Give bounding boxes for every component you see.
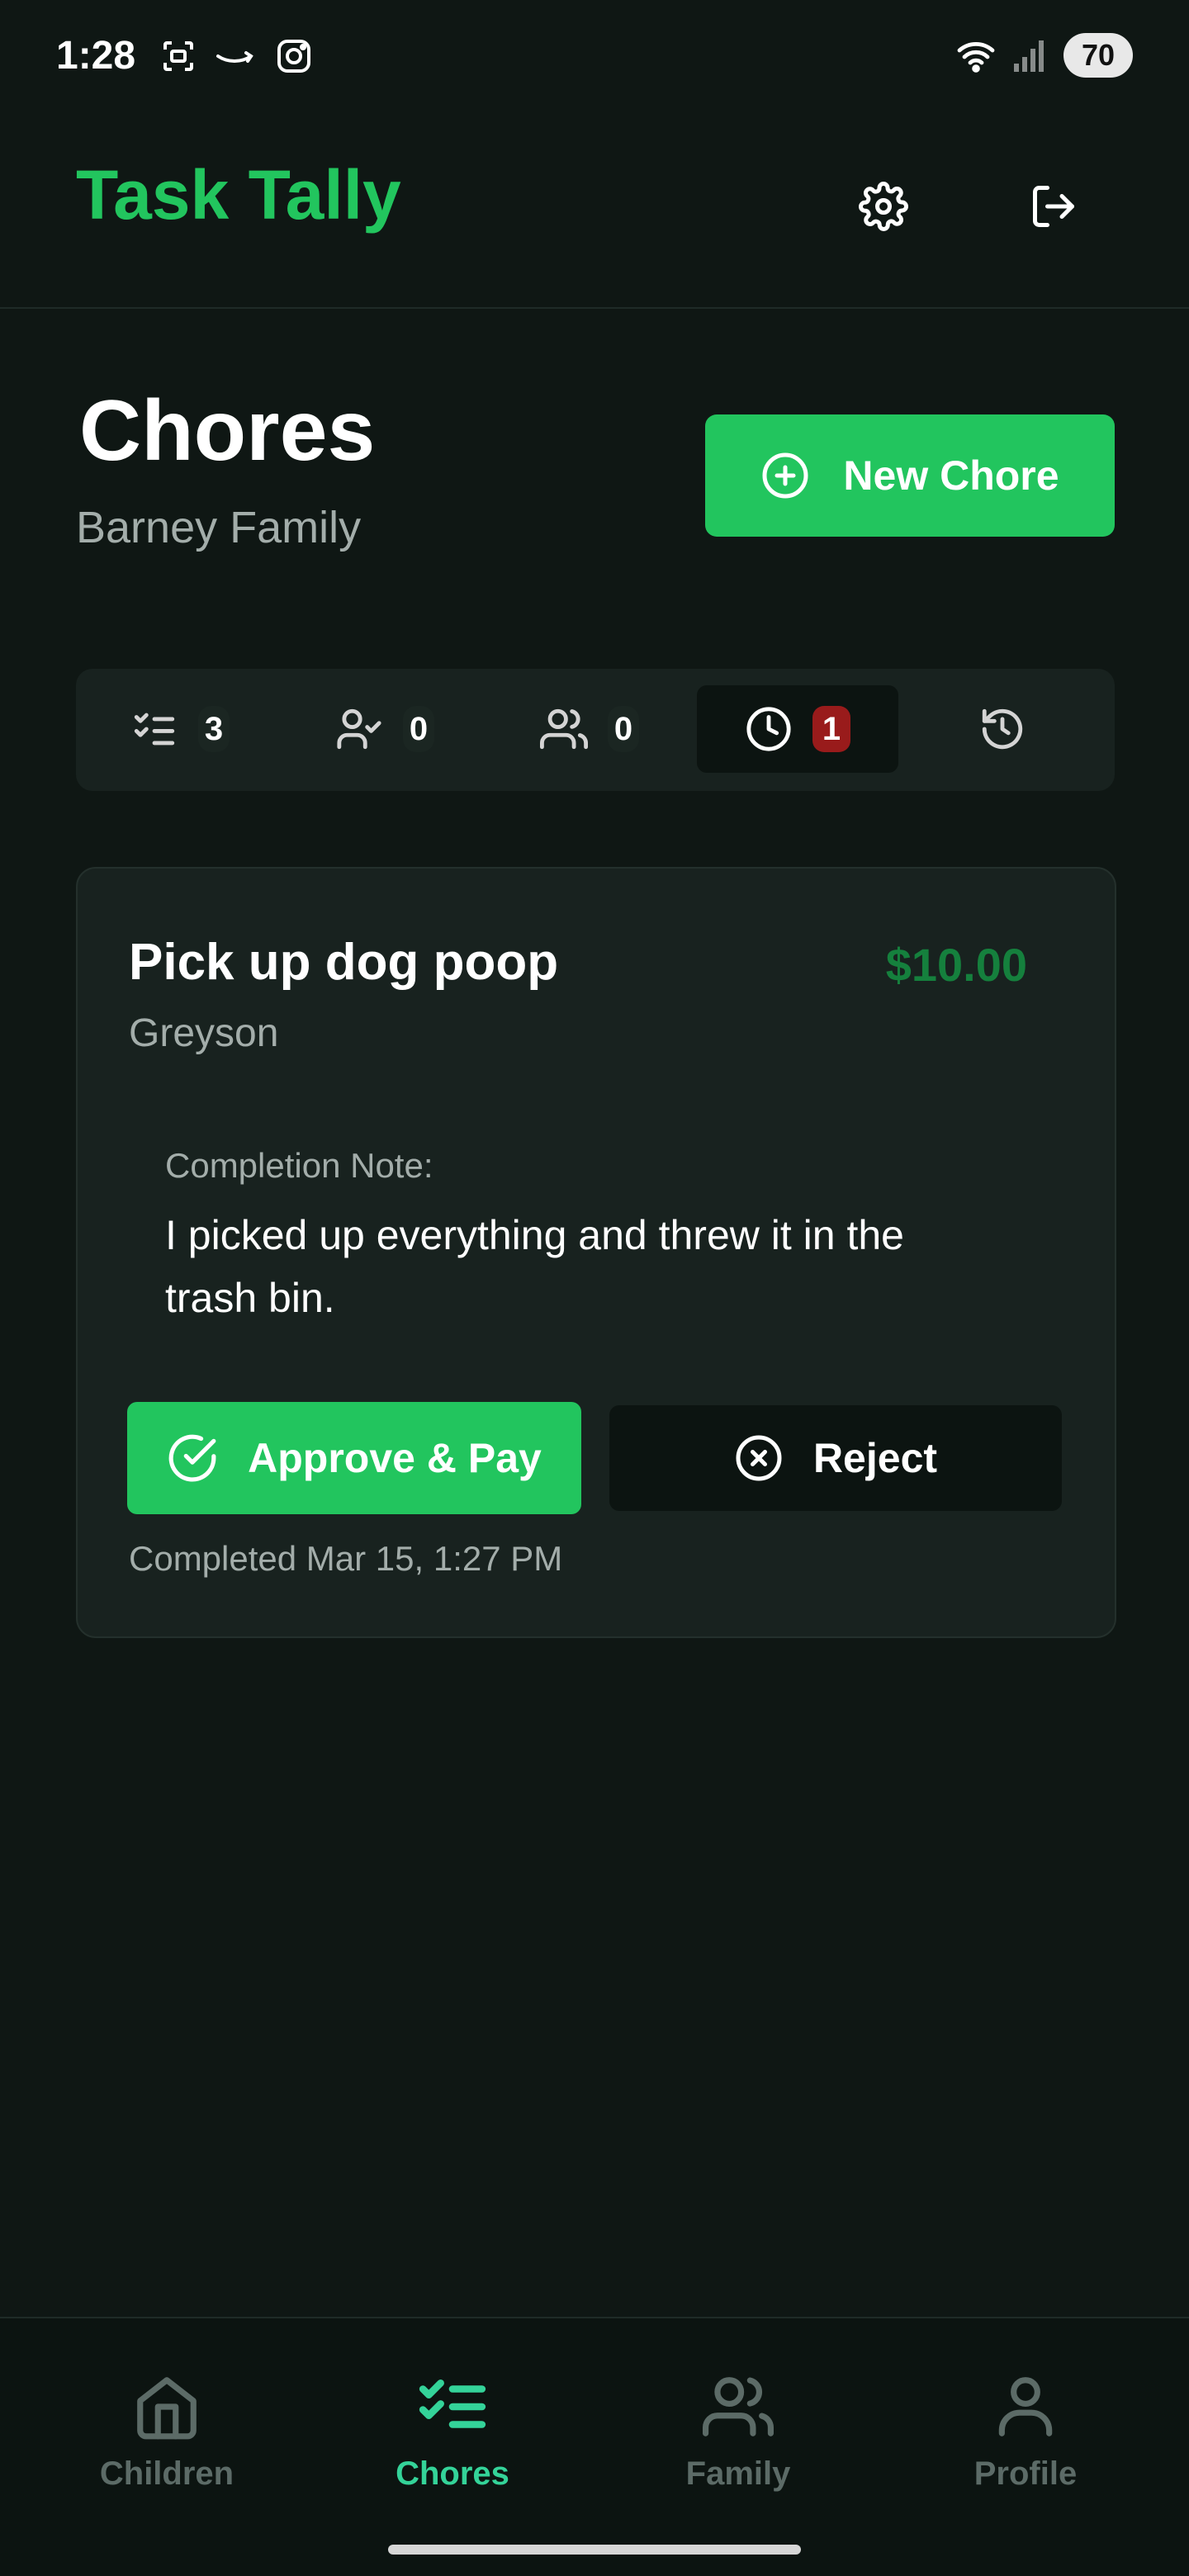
chore-name: Pick up dog poop <box>129 934 559 991</box>
amazon-icon <box>216 51 253 63</box>
nav-item-family[interactable]: Family <box>614 2371 862 2493</box>
user-icon <box>998 2377 1053 2436</box>
app-header: Task Tally <box>0 116 1189 309</box>
wifi-icon <box>957 41 995 73</box>
new-chore-label: New Chore <box>843 452 1059 499</box>
tab-count: 0 <box>403 706 434 752</box>
system-icons: 70 <box>955 33 1133 78</box>
approve-pay-label: Approve & Pay <box>248 1435 542 1481</box>
users-icon <box>540 708 588 750</box>
clock-icon <box>746 707 791 751</box>
app-title: Task Tally <box>76 156 401 234</box>
new-chore-button[interactable]: New Chore <box>705 414 1115 537</box>
nav-label: Family <box>685 2455 791 2492</box>
pending-count-badge: 1 <box>812 706 850 752</box>
logout-button[interactable] <box>1012 165 1095 248</box>
instagram-icon <box>277 40 310 73</box>
assigned-child: Greyson <box>129 1011 279 1055</box>
nav-label: Profile <box>973 2455 1078 2492</box>
nav-item-profile[interactable]: Profile <box>902 2371 1149 2493</box>
logout-icon <box>1033 186 1074 227</box>
tab-assigned[interactable]: 0 <box>284 685 486 773</box>
approve-pay-button[interactable]: Approve & Pay <box>127 1402 581 1514</box>
nav-label: Chores <box>396 2455 509 2492</box>
status-bar: 1:28 70 <box>0 0 1189 116</box>
home-indicator[interactable] <box>388 2545 801 2555</box>
app-screen: 1:28 70 Task Tally Chores Barney Family … <box>0 0 1189 2576</box>
plus-circle-icon <box>762 452 808 499</box>
signal-icon <box>1014 40 1044 72</box>
chore-card: Pick up dog poop $10.00 Greyson Completi… <box>76 867 1116 1638</box>
battery-indicator: 70 <box>1063 33 1133 78</box>
screenshot-icon <box>163 41 193 71</box>
tab-shared[interactable]: 0 <box>489 685 690 773</box>
tab-history[interactable] <box>902 685 1103 773</box>
tab-pending[interactable]: 1 <box>697 685 898 773</box>
filter-tabs: 3 0 0 1 <box>76 669 1115 791</box>
nav-item-children[interactable]: Children <box>43 2371 291 2493</box>
user-check-icon <box>337 708 381 750</box>
status-time: 1:28 <box>56 34 136 78</box>
reject-label: Reject <box>812 1435 938 1481</box>
bottom-navigation: Children Chores Family Profile <box>0 2317 1189 2576</box>
checklist-icon <box>419 2379 486 2428</box>
x-circle-icon <box>736 1435 782 1481</box>
home-icon <box>137 2377 197 2440</box>
users-icon <box>703 2377 774 2436</box>
tab-count: 3 <box>198 706 230 752</box>
settings-button[interactable] <box>842 165 925 248</box>
nav-label: Children <box>99 2455 234 2492</box>
tab-all-chores[interactable]: 3 <box>79 685 281 773</box>
completion-note-label: Completion Note: <box>165 1146 433 1185</box>
reject-button[interactable]: Reject <box>609 1405 1062 1511</box>
history-icon <box>982 708 1023 750</box>
nav-item-chores[interactable]: Chores <box>329 2371 576 2493</box>
page-title: Chores <box>79 383 376 479</box>
completion-note-text: I picked up everything and threw it in t… <box>165 1212 904 1321</box>
check-circle-icon <box>168 1434 216 1482</box>
family-name: Barney Family <box>76 503 362 552</box>
checklist-icon <box>134 713 175 746</box>
notification-icons <box>159 36 314 76</box>
completed-timestamp: Completed Mar 15, 1:27 PM <box>129 1539 563 1578</box>
gear-icon <box>859 182 908 231</box>
chore-amount: $10.00 <box>885 939 1027 991</box>
tab-count: 0 <box>608 706 639 752</box>
